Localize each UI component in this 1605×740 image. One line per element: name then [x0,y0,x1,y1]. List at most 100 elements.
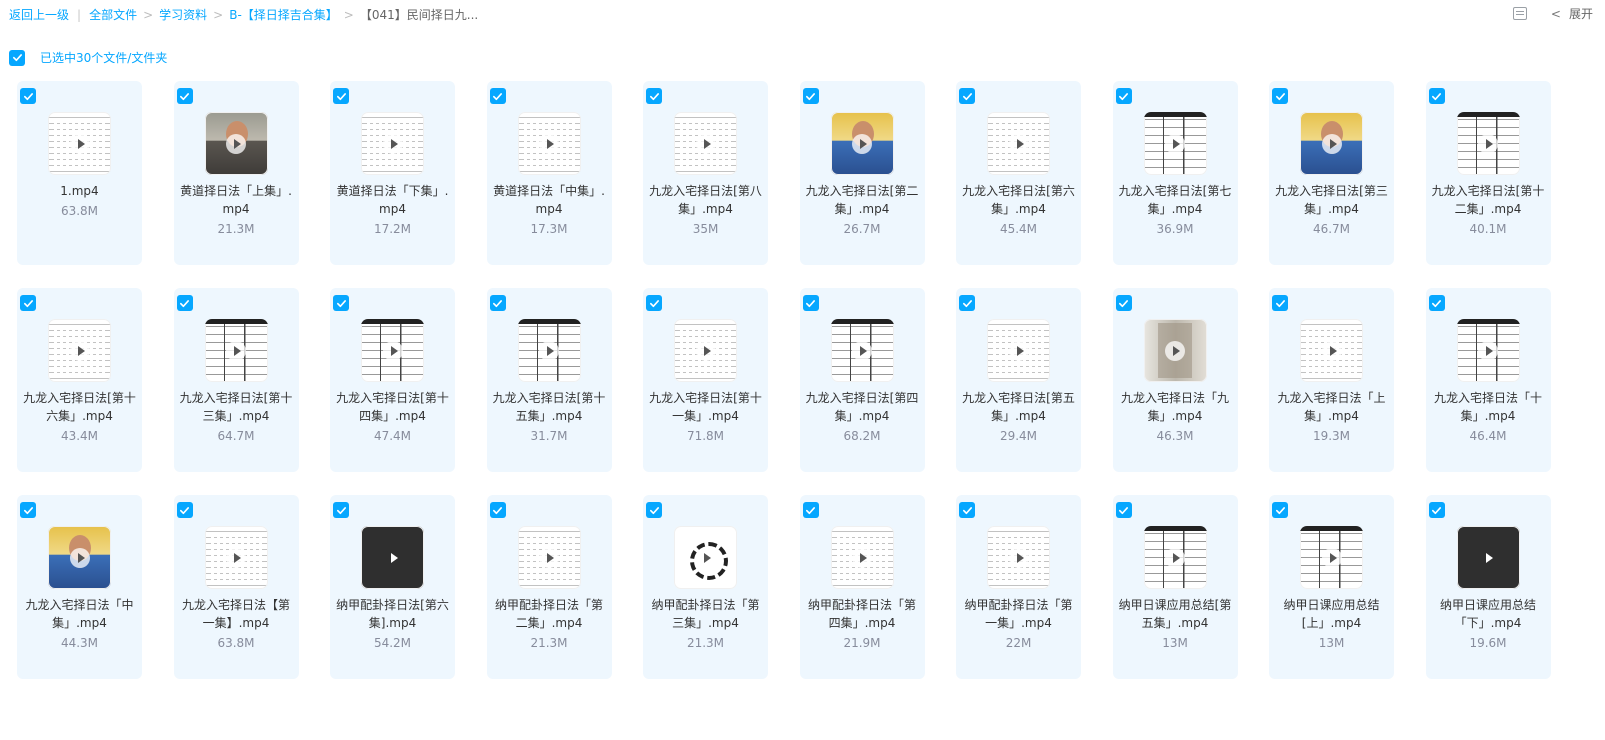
video-thumbnail[interactable] [1456,112,1520,175]
file-card[interactable]: 黄道择日法「下集」.mp4 17.2M [330,81,455,265]
file-name[interactable]: 九龙入宅择日法【第一集】.mp4 63.8M [178,596,295,652]
file-checkbox[interactable] [489,295,506,311]
file-checkbox[interactable] [1272,295,1288,311]
file-checkbox[interactable] [1115,295,1132,311]
file-card[interactable]: 九龙入宅择日法[第六集」.mp4 45.4M [956,81,1081,265]
video-thumbnail[interactable] [674,319,737,382]
file-card[interactable]: 纳甲配卦择日法「第三集」.mp4 21.3M [643,495,768,679]
file-card[interactable]: 1.mp4 63.8M [17,81,142,265]
video-thumbnail[interactable] [830,526,894,589]
file-checkbox[interactable] [489,88,506,104]
file-card[interactable]: 黄道择日法「中集」.mp4 17.3M [486,81,612,265]
file-checkbox[interactable] [959,502,975,518]
file-checkbox[interactable] [176,295,193,311]
video-thumbnail[interactable] [1456,526,1520,589]
file-name[interactable]: 黄道择日法「下集」.mp4 17.2M [334,182,451,238]
file-checkbox[interactable] [176,502,193,518]
file-name[interactable]: 九龙入宅择日法[第十五集」.mp4 31.7M [491,389,608,445]
file-card[interactable]: 九龙入宅择日法[第十三集」.mp4 64.7M [173,288,299,472]
video-thumbnail[interactable] [204,319,268,382]
file-checkbox[interactable] [20,88,36,104]
file-name[interactable]: 纳甲配卦择日法「第一集」.mp4 22M [960,596,1077,652]
file-card[interactable]: 九龙入宅择日法[第十五集」.mp4 31.7M [486,288,612,472]
video-thumbnail[interactable] [987,112,1050,175]
file-name[interactable]: 九龙入宅择日法[第十三集」.mp4 64.7M [178,389,295,445]
file-card[interactable]: 九龙入宅择日法[第十六集」.mp4 43.4M [17,288,142,472]
file-card[interactable]: 九龙入宅择日法[第十二集」.mp4 40.1M [1425,81,1551,265]
file-name[interactable]: 黄道择日法「上集」.mp4 21.3M [178,182,295,238]
file-name[interactable]: 纳甲配卦择日法「第二集」.mp4 21.3M [491,596,608,652]
file-checkbox[interactable] [646,295,662,311]
file-checkbox[interactable] [1115,88,1132,104]
file-card[interactable]: 纳甲配卦择日法「第四集」.mp4 21.9M [799,495,925,679]
file-name[interactable]: 纳甲配卦择日法「第三集」.mp4 21.3M [647,596,764,652]
file-name[interactable]: 九龙入宅择日法[第六集」.mp4 45.4M [960,182,1077,238]
video-thumbnail[interactable] [1143,319,1207,382]
video-thumbnail[interactable] [987,319,1050,382]
file-checkbox[interactable] [1272,88,1288,104]
video-thumbnail[interactable] [1456,319,1520,382]
list-view-icon[interactable] [1512,7,1527,20]
file-checkbox[interactable] [646,502,662,518]
video-thumbnail[interactable] [987,526,1050,589]
file-checkbox[interactable] [1115,502,1132,518]
file-checkbox[interactable] [802,295,819,311]
file-name[interactable]: 纳甲日课应用总结[第五集」.mp4 13M [1117,596,1234,652]
back-link[interactable]: 返回上一级 [9,6,69,23]
file-card[interactable]: 九龙入宅择日法[第三集」.mp4 46.7M [1269,81,1394,265]
file-card[interactable]: 纳甲日课应用总结「下」.mp4 19.6M [1425,495,1551,679]
file-name[interactable]: 九龙入宅择日法[第十一集」.mp4 71.8M [647,389,764,445]
file-name[interactable]: 纳甲配卦择日法「第四集」.mp4 21.9M [804,596,921,652]
video-thumbnail[interactable] [1143,112,1207,175]
file-name[interactable]: 九龙入宅择日法[第十二集」.mp4 40.1M [1430,182,1547,238]
select-all-checkbox[interactable] [9,49,25,66]
file-checkbox[interactable] [1272,502,1288,518]
file-name[interactable]: 纳甲日课应用总结[上」.mp4 13M [1273,596,1390,652]
file-card[interactable]: 纳甲配卦择日法[第六集].mp4 54.2M [330,495,455,679]
file-card[interactable]: 纳甲配卦择日法「第一集」.mp4 22M [956,495,1081,679]
video-thumbnail[interactable] [1143,526,1207,589]
video-thumbnail[interactable] [517,319,581,382]
video-thumbnail[interactable] [830,319,894,382]
video-thumbnail[interactable] [517,526,581,589]
file-name[interactable]: 九龙入宅择日法[第十六集」.mp4 43.4M [21,389,138,445]
file-card[interactable]: 九龙入宅择日法[第八集」.mp4 35M [643,81,768,265]
file-name[interactable]: 九龙入宅择日法[第五集」.mp4 29.4M [960,389,1077,445]
video-thumbnail[interactable] [361,526,424,589]
file-checkbox[interactable] [333,88,349,104]
file-name[interactable]: 九龙入宅择日法[第八集」.mp4 35M [647,182,764,238]
file-checkbox[interactable] [333,295,349,311]
video-thumbnail[interactable] [48,112,111,175]
video-thumbnail[interactable] [1300,112,1363,175]
breadcrumb-all-files[interactable]: 全部文件 [89,6,137,23]
video-thumbnail[interactable] [1300,526,1363,589]
file-checkbox[interactable] [489,502,506,518]
file-card[interactable]: 纳甲配卦择日法「第二集」.mp4 21.3M [486,495,612,679]
file-name[interactable]: 九龙入宅择日法[第三集」.mp4 46.7M [1273,182,1390,238]
video-thumbnail[interactable] [361,112,424,175]
file-checkbox[interactable] [1428,88,1445,104]
video-thumbnail[interactable] [1300,319,1363,382]
file-name[interactable]: 九龙入宅择日法「十集」.mp4 46.4M [1430,389,1547,445]
file-name[interactable]: 九龙入宅择日法「九集」.mp4 46.3M [1117,389,1234,445]
file-checkbox[interactable] [20,502,36,518]
file-card[interactable]: 九龙入宅择日法[第五集」.mp4 29.4M [956,288,1081,472]
video-thumbnail[interactable] [204,112,268,175]
file-checkbox[interactable] [802,88,819,104]
file-card[interactable]: 黄道择日法「上集」.mp4 21.3M [173,81,299,265]
file-card[interactable]: 九龙入宅择日法[第七集」.mp4 36.9M [1112,81,1238,265]
file-card[interactable]: 纳甲日课应用总结[第五集」.mp4 13M [1112,495,1238,679]
file-card[interactable]: 九龙入宅择日法「上集」.mp4 19.3M [1269,288,1394,472]
file-card[interactable]: 纳甲日课应用总结[上」.mp4 13M [1269,495,1394,679]
file-name[interactable]: 纳甲配卦择日法[第六集].mp4 54.2M [334,596,451,652]
file-checkbox[interactable] [646,88,662,104]
file-card[interactable]: 九龙入宅择日法[第十一集」.mp4 71.8M [643,288,768,472]
video-thumbnail[interactable] [361,319,424,382]
file-card[interactable]: 九龙入宅择日法「九集」.mp4 46.3M [1112,288,1238,472]
file-name[interactable]: 纳甲日课应用总结「下」.mp4 19.6M [1430,596,1547,652]
video-thumbnail[interactable] [674,526,737,589]
video-thumbnail[interactable] [517,112,581,175]
breadcrumb-study-materials[interactable]: 学习资料 [159,6,207,23]
video-thumbnail[interactable] [48,319,111,382]
video-thumbnail[interactable] [674,112,737,175]
